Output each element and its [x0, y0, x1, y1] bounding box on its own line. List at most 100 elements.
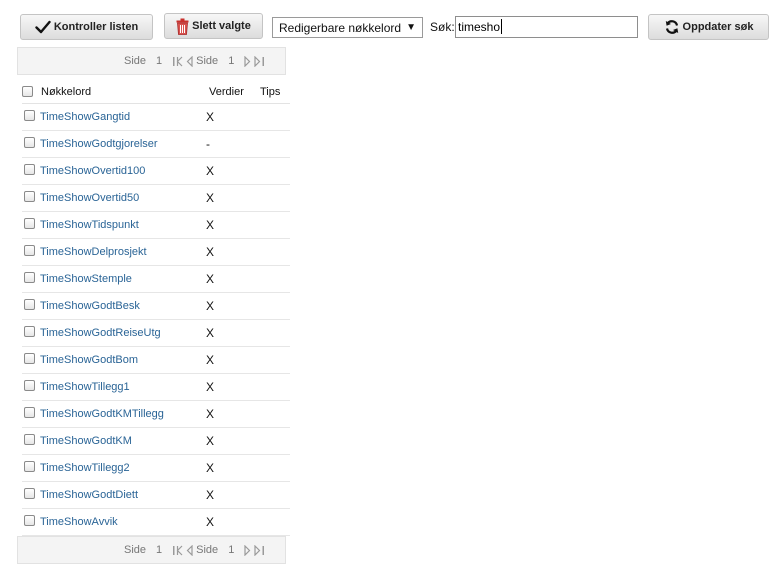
- row-checkbox[interactable]: [24, 244, 35, 256]
- first-page-icon[interactable]: [172, 545, 183, 556]
- check-list-label: Kontroller listen: [53, 21, 139, 33]
- page-label: Side: [196, 544, 219, 556]
- keyword-link[interactable]: TimeShowStemple: [40, 273, 132, 285]
- row-checkbox[interactable]: [24, 514, 35, 526]
- next-page-icon[interactable]: [244, 544, 251, 556]
- page-number: 1: [228, 544, 235, 556]
- table-row: TimeShowGodtKMTillegg X: [22, 401, 290, 428]
- row-checkbox[interactable]: [24, 406, 35, 418]
- keyword-link[interactable]: TimeShowTidspunkt: [40, 219, 139, 231]
- keyword-link[interactable]: TimeShowGodtKM: [40, 435, 132, 447]
- values-cell: X: [206, 461, 215, 475]
- delete-selected-label: Slett valgte: [192, 20, 251, 32]
- prev-page-icon[interactable]: [186, 55, 193, 67]
- table-row: TimeShowTillegg1 X: [22, 374, 290, 401]
- table-row: TimeShowOvertid100 X: [22, 158, 290, 185]
- table-row: TimeShowDelprosjekt X: [22, 239, 290, 266]
- row-checkbox[interactable]: [24, 487, 35, 499]
- text-cursor: [501, 19, 502, 34]
- row-checkbox[interactable]: [24, 217, 35, 229]
- table-row: TimeShowOvertid50 X: [22, 185, 290, 212]
- keyword-link[interactable]: TimeShowTillegg1: [40, 381, 130, 393]
- page-label: Side: [124, 544, 147, 556]
- table-row: TimeShowGodtReiseUtg X: [22, 320, 290, 347]
- values-cell: X: [206, 488, 215, 502]
- values-cell: X: [206, 326, 215, 340]
- column-header-values: Verdier: [209, 85, 244, 98]
- table-row: TimeShowGodtDiett X: [22, 482, 290, 509]
- values-cell: X: [206, 110, 215, 124]
- refresh-icon: [664, 19, 680, 35]
- table-row: TimeShowTidspunkt X: [22, 212, 290, 239]
- update-search-button[interactable]: Oppdater søk: [648, 14, 769, 40]
- column-header-tips: Tips: [260, 85, 281, 98]
- checkmark-icon: [35, 20, 51, 34]
- delete-selected-button[interactable]: Slett valgte: [164, 13, 263, 39]
- trash-icon: [176, 18, 189, 35]
- row-checkbox[interactable]: [24, 271, 35, 283]
- table-row: TimeShowGodtBom X: [22, 347, 290, 374]
- prev-page-icon[interactable]: [186, 544, 193, 556]
- select-all-checkbox[interactable]: [22, 86, 33, 97]
- keyword-filter-select[interactable]: Redigerbare nøkkelord ▼: [272, 17, 423, 38]
- keyword-link[interactable]: TimeShowOvertid100: [40, 165, 145, 177]
- table-row: TimeShowGodtgjorelser -: [22, 131, 290, 158]
- page-label: Side: [124, 55, 147, 67]
- pagination-top: Side 1 Side 1: [17, 47, 286, 75]
- row-checkbox[interactable]: [24, 379, 35, 391]
- row-checkbox[interactable]: [24, 190, 35, 202]
- row-checkbox[interactable]: [24, 109, 35, 121]
- keyword-link[interactable]: TimeShowGodtBesk: [40, 300, 140, 312]
- table-header: Nøkkelord Verdier Tips: [22, 80, 290, 104]
- last-page-icon[interactable]: [254, 55, 265, 67]
- values-cell: -: [206, 137, 210, 151]
- table-row: TimeShowGodtBesk X: [22, 293, 290, 320]
- keyword-link[interactable]: TimeShowGodtKMTillegg: [40, 408, 164, 420]
- keyword-link[interactable]: TimeShowTillegg2: [40, 462, 130, 474]
- table-row: TimeShowTillegg2 X: [22, 455, 290, 482]
- keyword-link[interactable]: TimeShowGodtBom: [40, 354, 138, 366]
- table-row: TimeShowGodtKM X: [22, 428, 290, 455]
- page-number: 1: [228, 55, 235, 67]
- values-cell: X: [206, 299, 215, 313]
- keyword-link[interactable]: TimeShowAvvik: [40, 516, 118, 528]
- next-page-icon[interactable]: [244, 55, 251, 67]
- table-row: TimeShowStemple X: [22, 266, 290, 293]
- values-cell: X: [206, 191, 215, 205]
- page-label: Side: [196, 55, 219, 67]
- values-cell: X: [206, 380, 215, 394]
- values-cell: X: [206, 407, 215, 421]
- row-checkbox[interactable]: [24, 433, 35, 445]
- update-search-label: Oppdater søk: [682, 21, 754, 33]
- first-page-icon[interactable]: [172, 56, 183, 67]
- values-cell: X: [206, 245, 215, 259]
- values-cell: X: [206, 218, 215, 232]
- keyword-filter-value: Redigerbare nøkkelord: [279, 20, 402, 35]
- row-checkbox[interactable]: [24, 298, 35, 310]
- page-number: 1: [156, 544, 163, 556]
- table-row: TimeShowGangtid X: [22, 104, 290, 131]
- row-checkbox[interactable]: [24, 325, 35, 337]
- values-cell: X: [206, 272, 215, 286]
- keyword-link[interactable]: TimeShowDelprosjekt: [40, 246, 147, 258]
- table-row: TimeShowAvvik X: [22, 509, 290, 536]
- keyword-link[interactable]: TimeShowGodtReiseUtg: [40, 327, 161, 339]
- check-list-button[interactable]: Kontroller listen: [20, 14, 153, 40]
- values-cell: X: [206, 434, 215, 448]
- keyword-link[interactable]: TimeShowOvertid50: [40, 192, 139, 204]
- pagination-bottom: Side 1 Side 1: [17, 536, 286, 564]
- dropdown-arrow-icon: ▼: [406, 22, 416, 33]
- keyword-link[interactable]: TimeShowGodtgjorelser: [40, 138, 158, 150]
- keyword-link[interactable]: TimeShowGangtid: [40, 111, 130, 123]
- values-cell: X: [206, 353, 215, 367]
- column-header-keyword[interactable]: Nøkkelord: [41, 86, 91, 98]
- keyword-link[interactable]: TimeShowGodtDiett: [40, 489, 138, 501]
- row-checkbox[interactable]: [24, 352, 35, 364]
- row-checkbox[interactable]: [24, 460, 35, 472]
- row-checkbox[interactable]: [24, 163, 35, 175]
- last-page-icon[interactable]: [254, 544, 265, 556]
- search-input[interactable]: [455, 16, 638, 38]
- row-checkbox[interactable]: [24, 136, 35, 148]
- values-cell: X: [206, 515, 215, 529]
- values-cell: X: [206, 164, 215, 178]
